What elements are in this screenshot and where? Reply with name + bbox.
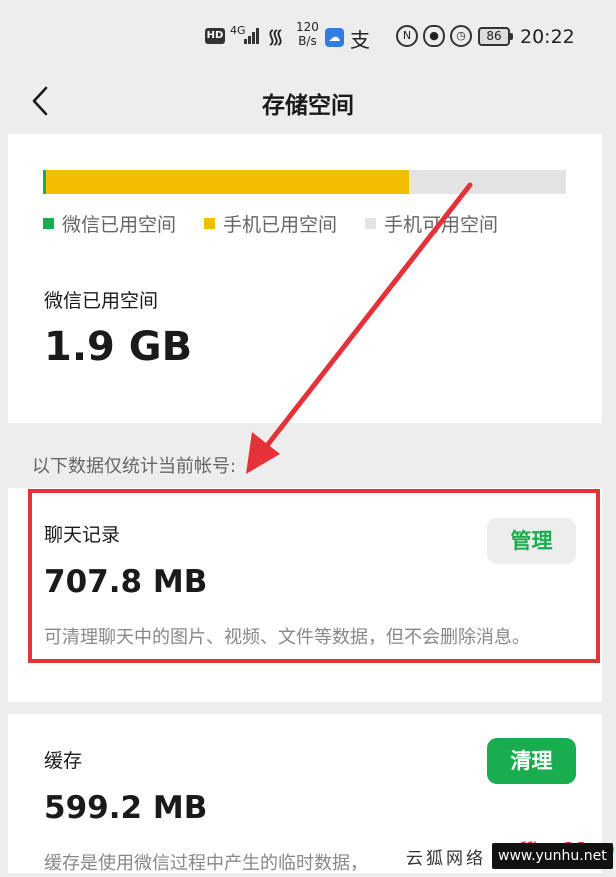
account-note: 以下数据仅统计当前帐号:: [32, 456, 237, 477]
eye-icon: ●: [423, 25, 445, 47]
legend-label: 手机已用空间: [223, 214, 338, 236]
legend-swatch: [43, 218, 54, 229]
legend-phone-used: 手机已用空间: [204, 210, 337, 237]
phone-used-segment: [46, 170, 410, 194]
legend-swatch: [365, 218, 377, 229]
watermark-url: www.yunhu.net: [492, 843, 613, 869]
alarm-icon: ◷: [450, 25, 472, 47]
clock: 20:22: [520, 26, 575, 48]
chat-history-size: 707.8 MB: [44, 564, 208, 600]
network-speed-unit: B/s: [298, 34, 317, 48]
watermark-text: 云狐网络: [406, 849, 486, 869]
legend-phone-free: 手机可用空间: [365, 210, 498, 237]
hd-icon: HD: [205, 28, 225, 44]
network-speed-value: 120: [296, 20, 319, 34]
chat-history-description: 可清理聊天中的图片、视频、文件等数据，但不会删除消息。: [44, 627, 530, 648]
storage-overview-card: 微信已用空间 手机已用空间 手机可用空间 微信已用空间 1.9 GB: [8, 134, 602, 423]
legend-swatch: [204, 218, 216, 229]
chat-history-card: 聊天记录 707.8 MB 管理 可清理聊天中的图片、视频、文件等数据，但不会删…: [8, 488, 602, 702]
wifi-icon: ᯾: [267, 24, 285, 48]
chat-history-title: 聊天记录: [44, 524, 121, 546]
wechat-used-value: 1.9 GB: [44, 324, 193, 370]
watermark: 云狐网络 office66.cn www.yunhu.net: [404, 836, 616, 873]
legend-label: 手机可用空间: [384, 214, 499, 236]
storage-legend: 微信已用空间 手机已用空间 手机可用空间: [43, 210, 526, 237]
manage-button[interactable]: 管理: [487, 518, 576, 564]
alipay-icon: 支: [350, 28, 370, 52]
cache-size: 599.2 MB: [44, 790, 208, 826]
nfc-icon: N: [396, 25, 418, 47]
status-bar: HD 4G ᯾ 120 B/s ☁ 支 N ● ◷ 86 20:22: [0, 0, 616, 70]
storage-usage-bar: [43, 170, 566, 194]
signal-bars-icon: [244, 28, 260, 44]
wechat-used-label: 微信已用空间: [44, 290, 159, 312]
nav-bar: 存储空间: [0, 70, 616, 134]
page-title: 存储空间: [262, 93, 354, 119]
legend-label: 微信已用空间: [62, 214, 177, 236]
network-speed: 120 B/s: [296, 20, 319, 48]
weather-app-icon: ☁: [325, 28, 344, 47]
cache-title: 缓存: [44, 750, 83, 772]
clean-button[interactable]: 清理: [487, 738, 576, 784]
legend-wechat-used: 微信已用空间: [43, 210, 176, 237]
battery-icon: 86: [478, 27, 513, 46]
